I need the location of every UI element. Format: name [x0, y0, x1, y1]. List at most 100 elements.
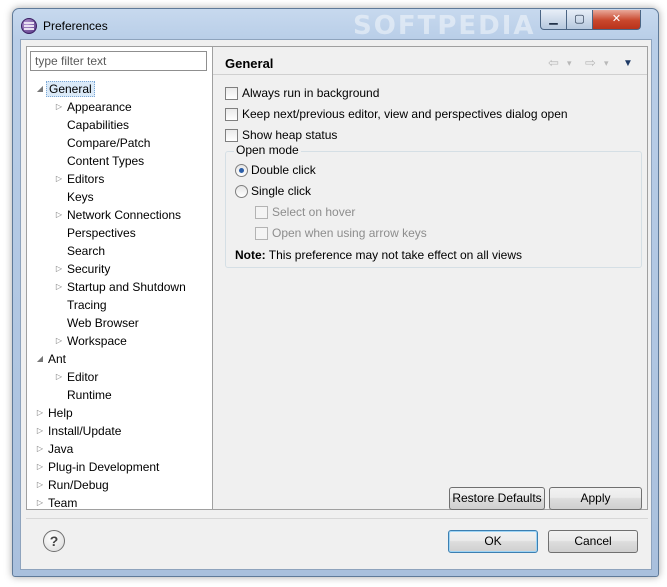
tree-item-label: Team [48, 496, 78, 510]
collapsed-arrow-icon[interactable]: ▷ [54, 171, 64, 187]
tree-item-label: Editors [67, 172, 105, 186]
tree-item[interactable]: ▷ Team [27, 495, 213, 511]
collapsed-arrow-icon[interactable]: ▷ [35, 441, 45, 457]
collapsed-arrow-icon[interactable]: ▷ [54, 261, 64, 277]
window-title: Preferences [43, 19, 108, 33]
tree-item-label: Appearance [67, 100, 132, 114]
tree-item[interactable]: ▷ Editor [27, 369, 213, 385]
checkbox-label: Open when using arrow keys [272, 226, 427, 240]
tree-item-label: Java [48, 442, 74, 456]
expanded-arrow-icon[interactable]: ◢ [35, 81, 45, 97]
tree-item[interactable]: ◢ Ant [27, 351, 213, 367]
help-icon[interactable]: ? [43, 530, 65, 552]
tree-item[interactable]: Search [27, 243, 213, 259]
tree-item[interactable]: Web Browser [27, 315, 213, 331]
tree-item[interactable]: Keys [27, 189, 213, 205]
ok-button[interactable]: OK [448, 530, 538, 553]
tree-item[interactable]: ▷ Java [27, 441, 213, 457]
collapsed-arrow-icon[interactable]: ▷ [54, 279, 64, 295]
tree-item[interactable]: Runtime [27, 387, 213, 403]
checkbox-box [255, 227, 268, 240]
collapsed-arrow-icon[interactable]: ▷ [35, 459, 45, 475]
maximize-icon: ▢ [574, 13, 585, 25]
preference-tree-panel: ◢General▷AppearanceCapabilitiesCompare/P… [26, 46, 212, 510]
tree-item[interactable]: ▷ Appearance [27, 99, 213, 115]
checkbox-box[interactable] [225, 87, 238, 100]
open-mode-group: Open mode Double click Single click Sele… [225, 143, 642, 268]
tree-item[interactable]: ▷ Run/Debug [27, 477, 213, 493]
minimize-icon: ▁ [549, 13, 558, 25]
collapsed-arrow-icon[interactable]: ▷ [35, 495, 45, 511]
cancel-button[interactable]: Cancel [548, 530, 638, 553]
checkbox-box[interactable] [225, 108, 238, 121]
tree-item-label: Security [67, 262, 111, 276]
page-title: General [225, 56, 274, 71]
collapsed-arrow-icon[interactable]: ▷ [54, 207, 64, 223]
collapsed-arrow-icon[interactable]: ▷ [35, 423, 45, 439]
tree-item[interactable]: Tracing [27, 297, 213, 313]
back-dropdown-icon[interactable]: ▾ [567, 58, 572, 69]
tree-item[interactable]: Capabilities [27, 117, 213, 133]
collapsed-arrow-icon[interactable]: ▷ [54, 333, 64, 349]
collapsed-arrow-icon[interactable]: ▷ [54, 369, 64, 385]
preference-page: General ⇦ ▾ ⇨ ▾ ▼ Always run in backgrou… [213, 46, 648, 510]
checkbox-label: Show heap status [242, 128, 338, 142]
tree-item[interactable]: ▷ Workspace [27, 333, 213, 349]
tree-item-label: Capabilities [67, 118, 130, 132]
forward-arrow-icon[interactable]: ⇨ [585, 55, 596, 71]
tree-item-label: Web Browser [67, 316, 139, 330]
view-menu-icon[interactable]: ▼ [623, 58, 633, 69]
tree-item[interactable]: ▷ Network Connections [27, 207, 213, 223]
checkbox-label: Keep next/previous editor, view and pers… [242, 107, 568, 121]
close-button[interactable]: ✕ [592, 10, 641, 30]
minimize-button[interactable]: ▁ [540, 10, 567, 30]
tree-item[interactable]: ▷ Plug-in Development [27, 459, 213, 475]
dialog-client-area: ◢General▷AppearanceCapabilitiesCompare/P… [20, 39, 652, 570]
tree-item[interactable]: ▷ Install/Update [27, 423, 213, 439]
tree-item-label: Keys [67, 190, 94, 204]
radio-button[interactable] [235, 164, 248, 177]
radio-label: Single click [251, 184, 312, 198]
tree-item[interactable]: ▷ Help [27, 405, 213, 421]
tree-item-label: Editor [67, 370, 99, 384]
forward-dropdown-icon[interactable]: ▾ [604, 58, 609, 69]
tree-item[interactable]: Compare/Patch [27, 135, 213, 151]
eclipse-icon [21, 18, 37, 34]
tree-item-label: Content Types [67, 154, 145, 168]
tree-item-label: Ant [48, 352, 67, 366]
tree-item[interactable]: ▷ Security [27, 261, 213, 277]
collapsed-arrow-icon[interactable]: ▷ [54, 99, 64, 115]
tree-item-label: Run/Debug [48, 478, 109, 492]
tree-item-label: Help [48, 406, 73, 420]
maximize-button[interactable]: ▢ [566, 10, 593, 30]
title-bar[interactable]: Preferences SOFTPEDIA ▁ ▢ ✕ [13, 9, 658, 41]
tree-item-label: Runtime [67, 388, 112, 402]
note-text: Note: This preference may not take effec… [235, 248, 522, 262]
open-mode-label: Open mode [234, 143, 301, 157]
checkbox-box[interactable] [225, 129, 238, 142]
tree-item[interactable]: Perspectives [27, 225, 213, 241]
note-message: This preference may not take effect on a… [265, 248, 523, 262]
tree-item-label: Search [67, 244, 106, 258]
tree-item[interactable]: ▷ Startup and Shutdown [27, 279, 213, 295]
tree-item-label: Tracing [67, 298, 107, 312]
collapsed-arrow-icon[interactable]: ▷ [35, 405, 45, 421]
tree-item[interactable]: ◢ General [27, 81, 213, 97]
close-icon: ✕ [611, 13, 622, 25]
collapsed-arrow-icon[interactable]: ▷ [35, 477, 45, 493]
back-arrow-icon[interactable]: ⇦ [548, 55, 559, 71]
apply-button[interactable]: Apply [549, 487, 642, 510]
tree-item-label: Workspace [67, 334, 127, 348]
preferences-window: Preferences SOFTPEDIA ▁ ▢ ✕ ◢General▷App… [12, 8, 659, 577]
tree-item-label: General [46, 81, 95, 97]
watermark: SOFTPEDIA [353, 11, 536, 41]
footer-separator [26, 518, 648, 519]
filter-input[interactable] [30, 51, 207, 71]
tree-item[interactable]: Content Types [27, 153, 213, 169]
expanded-arrow-icon[interactable]: ◢ [35, 351, 45, 367]
restore-defaults-button[interactable]: Restore Defaults [449, 487, 545, 510]
radio-button[interactable] [235, 185, 248, 198]
tree-item[interactable]: ▷ Editors [27, 171, 213, 187]
tree-item-label: Install/Update [48, 424, 122, 438]
tree-item-label: Network Connections [67, 208, 182, 222]
